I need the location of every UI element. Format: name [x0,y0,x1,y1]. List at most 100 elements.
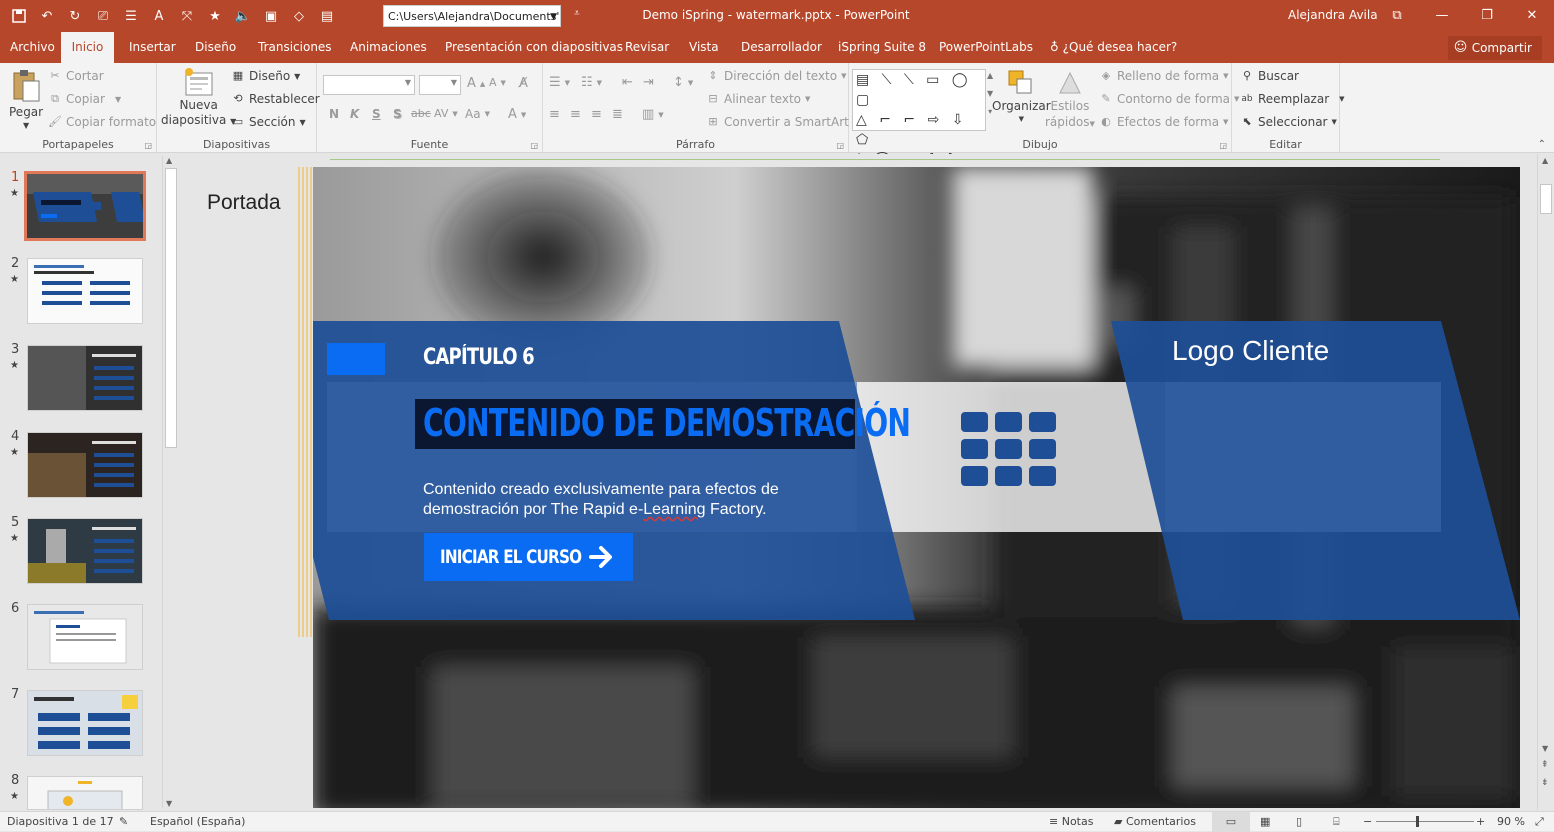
share-button[interactable]: ☺ Compartir [1447,36,1542,60]
language[interactable]: Español (España) [150,812,245,832]
chapter-label[interactable]: CAPÍTULO 6 [423,345,535,370]
fit-to-window-icon[interactable]: ⤢ [1535,812,1544,832]
ribbon-display-icon[interactable]: ⧉ [1375,0,1419,30]
justify-icon[interactable]: ≣ [612,107,623,122]
find-button[interactable]: ⚲ Buscar [1240,69,1299,83]
thumbnail-slide-5[interactable] [27,518,143,584]
shape-outline-button[interactable]: ✎ Contorno de forma ▼ [1099,92,1239,106]
arrange-button[interactable]: Organizar ▼ [992,69,1051,123]
audio-icon[interactable]: 🔈 [232,5,254,27]
normal-view-icon[interactable]: ▭ [1212,812,1250,832]
grow-font-icon[interactable]: A ▲ [467,76,485,91]
align-text-button[interactable]: ⊟ Alinear texto ▼ [706,92,810,106]
line-spacing-button[interactable]: ↕ ▼ [673,75,693,90]
smartart-button[interactable]: ⊞Convertir a SmartArt▼ [706,115,858,129]
increase-indent-icon[interactable]: ⇥ [643,75,654,90]
font-color-icon[interactable]: A [148,5,170,27]
start-course-button[interactable]: INICIAR EL CURSO [424,533,633,581]
user-name[interactable]: Alejandra Avila [1288,0,1378,30]
slide-canvas[interactable]: CAPÍTULO 6 CONTENIDO DE DEMOSTRACIÓN Con… [313,167,1520,808]
slide-sorter-icon[interactable]: ▦ [1260,812,1270,832]
font-name-combo[interactable]: ▼ [323,75,415,95]
bullets-icon[interactable]: ☰ [120,5,142,27]
slide-scrollbar[interactable]: ▲ ▼ ⇞ ⇟ [1537,154,1554,810]
layout-button[interactable]: ▦ Diseño ▼ [231,69,301,83]
bold-button[interactable]: N [329,107,339,121]
file-path-combo[interactable]: C:\Users\Alejandra\Documents' ▼ [383,5,561,27]
thumbnail-slide-1[interactable] [24,171,146,241]
paste-button[interactable]: Pegar ▼ [9,69,43,130]
slide-title[interactable]: CONTENIDO DE DEMOSTRACIÓN [423,401,911,445]
zoom-level[interactable]: 90 % [1497,812,1525,832]
tab-desarrollador[interactable]: Desarrollador [733,32,830,63]
tab-animaciones[interactable]: Animaciones [342,32,435,63]
tab-presentacion[interactable]: Presentación con diapositivas [437,32,631,63]
customize-qat-icon[interactable]: ⩡ [574,8,580,19]
columns-button[interactable]: ▥ ▼ [642,107,664,122]
start-from-beginning-icon[interactable]: ⎚ [92,5,114,27]
tab-revisar[interactable]: Revisar [617,32,677,63]
shape-icon[interactable]: ◇ [288,5,310,27]
scrollbar-thumb[interactable] [1540,184,1552,214]
chevron-up-icon[interactable]: ▲ [1542,156,1548,165]
zoom-slider-thumb[interactable] [1416,816,1419,827]
thumbnail-slide-4[interactable] [27,432,143,498]
minimize-icon[interactable]: — [1420,0,1464,30]
char-spacing-button[interactable]: AV ▼ [434,107,458,120]
reading-view-icon[interactable]: ▯ [1296,812,1302,832]
new-slide-button[interactable]: Nueva diapositiva ▼ [161,67,236,127]
previous-slide-icon[interactable]: ⇞ [1541,760,1549,770]
dialog-launcher-icon[interactable]: ◲ [836,141,844,150]
thumbnail-slide-8[interactable] [27,776,143,810]
tab-insertar[interactable]: Insertar [121,32,184,63]
shapes-gallery[interactable]: ▤ ⟍ ⟍ ▭ ◯ ▢ △ ⌐ ⌐ ⇨ ⇩ ⬠ ⌇ ⌒ ∿ { } ☆ [852,69,986,188]
zoom-slider[interactable] [1376,821,1474,822]
screen-icon[interactable]: ▣ [260,5,282,27]
format-painter-button[interactable]: 🖌 Copiar formato [48,115,156,129]
align-left-icon[interactable]: ≡ [549,107,560,122]
undo-icon[interactable]: ↶ [36,5,58,27]
bullets-button[interactable]: ☰ ▼ [549,75,570,90]
shape-effects-button[interactable]: ◐ Efectos de forma ▼ [1099,115,1228,129]
shrink-font-icon[interactable]: A ▼ [489,76,506,89]
restore-icon[interactable]: ❐ [1465,0,1509,30]
slide-body-text[interactable]: Contenido creado exclusivamente para efe… [423,480,779,520]
cut-button[interactable]: ✂ Cortar [48,69,103,83]
thumbnail-slide-7[interactable] [27,690,143,756]
section-title[interactable]: Portada [207,191,281,215]
tab-diseno[interactable]: Diseño [187,32,244,63]
decrease-indent-icon[interactable]: ⇤ [622,75,633,90]
client-logo-placeholder[interactable]: Logo Cliente [1172,335,1329,367]
star-icon[interactable]: ★ [204,5,226,27]
tab-vista[interactable]: Vista [681,32,727,63]
thumbnail-scrollbar[interactable]: ▲ ▼ [162,156,178,808]
tab-transiciones[interactable]: Transiciones [250,32,340,63]
next-slide-icon[interactable]: ⇟ [1541,778,1549,788]
tab-archivo[interactable]: Archivo [2,32,63,63]
collapse-ribbon-icon[interactable]: ⌃ [1538,139,1546,150]
underline-button[interactable]: S [372,107,381,121]
italic-button[interactable]: K [350,107,359,121]
comments-button[interactable]: ▰ Comentarios [1114,812,1196,832]
clear-format-icon[interactable]: A̸ [519,76,528,91]
slideshow-icon[interactable]: ⌸ [1333,812,1340,832]
tab-powerpointlabs[interactable]: PowerPointLabs [931,32,1041,63]
zoom-out-icon[interactable]: − [1363,812,1372,832]
text-direction-button[interactable]: ⇕ Dirección del texto ▼ [706,69,846,83]
strikethrough-button[interactable]: abc [411,107,431,120]
scrollbar-thumb[interactable] [165,168,177,448]
quick-styles-button[interactable]: Estilos rápidos▼ [1045,69,1095,129]
picture-icon[interactable]: ▤ [316,5,338,27]
zoom-in-icon[interactable]: + [1476,812,1485,832]
shadow-button[interactable]: S [393,107,402,121]
thumbnail-slide-3[interactable] [27,345,143,411]
align-center-icon[interactable]: ≡ [570,107,581,122]
tab-inicio[interactable]: Inicio [61,32,114,63]
dialog-launcher-icon[interactable]: ◲ [1219,141,1227,150]
dialog-launcher-icon[interactable]: ◲ [144,141,152,150]
numbering-button[interactable]: ☷ ▼ [581,75,602,90]
font-color-button[interactable]: A ▼ [508,107,526,122]
tab-ispring[interactable]: iSpring Suite 8 [830,32,934,63]
change-case-button[interactable]: Aa ▼ [465,107,490,121]
thumbnail-slide-2[interactable] [27,258,143,324]
